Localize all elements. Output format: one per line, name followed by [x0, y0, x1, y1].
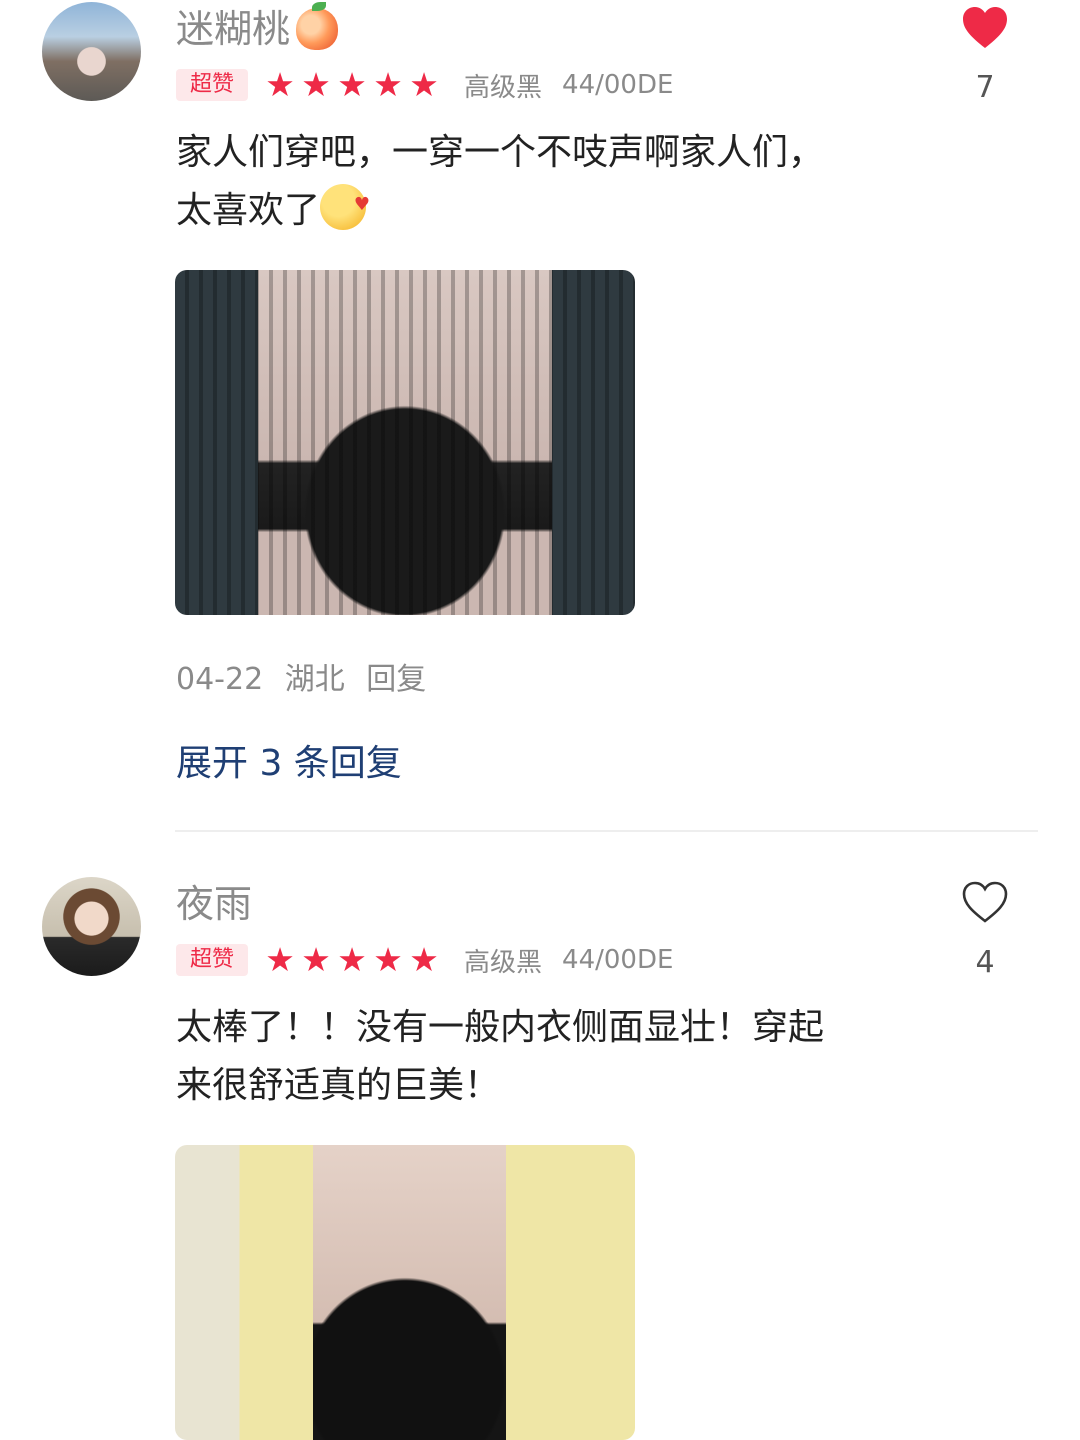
review-footer: 04-22 湖北 回复	[176, 654, 426, 698]
username-text: 迷糊桃	[176, 7, 291, 51]
like-count: 7	[975, 70, 995, 105]
username[interactable]: 迷糊桃	[176, 2, 339, 52]
star-icon: ★	[409, 65, 439, 104]
like-count: 4	[975, 945, 995, 980]
spec-size: 44/00DE	[562, 945, 674, 975]
star-icon: ★	[337, 65, 367, 104]
review-text-body: 家人们穿吧，一穿一个不吱声啊家人们，太喜欢了	[176, 132, 825, 231]
username-text: 夜雨	[176, 882, 253, 926]
rating-row: 超赞 ★ ★ ★ ★ ★ 高级黑 44/00DE	[176, 943, 674, 978]
heart-filled-icon	[963, 7, 1007, 48]
spec-color: 高级黑	[464, 72, 543, 103]
star-icon: ★	[301, 65, 331, 104]
star-icon: ★	[373, 940, 403, 979]
peach-icon	[296, 2, 339, 50]
star-rating: ★ ★ ★ ★ ★	[262, 68, 442, 102]
rating-badge: 超赞	[176, 944, 249, 976]
spec-size: 44/00DE	[562, 70, 674, 100]
review-photo[interactable]	[175, 1145, 635, 1440]
divider	[175, 830, 1038, 832]
star-icon: ★	[301, 940, 331, 979]
star-icon: ★	[409, 940, 439, 979]
kiss-face-icon	[320, 176, 370, 234]
avatar[interactable]	[42, 2, 141, 101]
like-button[interactable]: 4	[960, 881, 1010, 980]
star-icon: ★	[265, 65, 295, 104]
heart-outline-icon	[962, 881, 1008, 923]
star-icon: ★	[265, 940, 295, 979]
reply-button[interactable]: 回复	[366, 662, 426, 697]
star-icon: ★	[337, 940, 367, 979]
spec-color: 高级黑	[464, 947, 543, 978]
review-list: 迷糊桃 超赞 ★ ★ ★ ★ ★ 高级黑 44/00DE 7 家人们穿吧，一穿一…	[0, 0, 1080, 1440]
like-button[interactable]: 7	[960, 6, 1010, 105]
avatar[interactable]	[42, 877, 141, 976]
username[interactable]: 夜雨	[176, 881, 252, 927]
review-location: 湖北	[284, 662, 345, 697]
star-rating: ★ ★ ★ ★ ★	[262, 943, 442, 977]
review-text: 太棒了！！没有一般内衣侧面显壮！穿起来很舒适真的巨美！	[176, 999, 856, 1115]
review-photo[interactable]	[175, 270, 635, 615]
expand-replies-link[interactable]: 展开 3 条回复	[176, 734, 402, 786]
review-text: 家人们穿吧，一穿一个不吱声啊家人们，太喜欢了	[176, 124, 856, 240]
review-text-body: 太棒了！！没有一般内衣侧面显壮！穿起来很舒适真的巨美！	[176, 1007, 825, 1106]
star-icon: ★	[373, 65, 403, 104]
review-date: 04-22	[176, 662, 264, 697]
rating-badge: 超赞	[176, 69, 249, 101]
rating-row: 超赞 ★ ★ ★ ★ ★ 高级黑 44/00DE	[176, 68, 674, 103]
